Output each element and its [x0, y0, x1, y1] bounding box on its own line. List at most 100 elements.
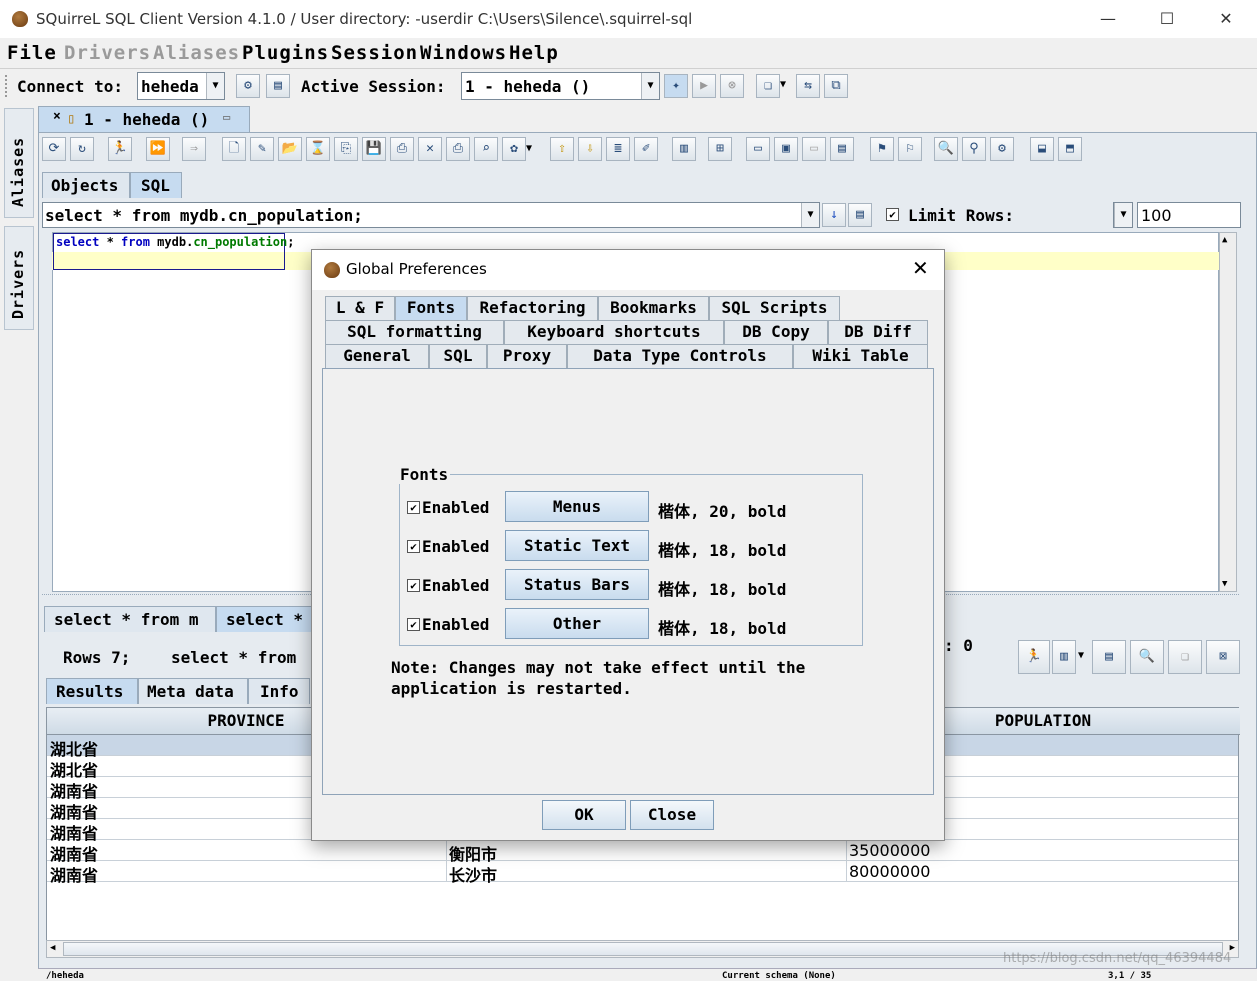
find-replace-icon[interactable]: ⚲	[962, 137, 986, 161]
copy-disabled-icon[interactable]: ▭	[802, 137, 826, 161]
edit-icon[interactable]: ✎	[250, 137, 274, 161]
run-sql-icon[interactable]: 🏃	[108, 137, 132, 161]
tab-results[interactable]: Results	[46, 678, 138, 704]
stop-icon[interactable]: ⊗	[720, 74, 744, 98]
editor-vertical-scrollbar[interactable]: ▲ ▼	[1219, 232, 1237, 592]
tab-data-type-controls[interactable]: Data Type Controls	[567, 344, 793, 368]
minimize-button[interactable]: —	[1093, 6, 1123, 32]
connect-to-combo[interactable]: heheda ▼	[137, 72, 225, 100]
sql-editor-text[interactable]: select * from mydb.cn_population;	[53, 233, 294, 270]
refresh-icon[interactable]: ⟳	[42, 137, 66, 161]
filter-icon[interactable]: ▤	[1092, 640, 1126, 674]
tab-sql-scripts[interactable]: SQL Scripts	[709, 296, 840, 320]
tab-bookmarks[interactable]: Bookmarks	[598, 296, 709, 320]
new-file-icon[interactable]: 🗋	[222, 137, 246, 161]
commit-icon[interactable]: ✦	[664, 74, 688, 98]
close-results-icon[interactable]: ⊠	[1206, 640, 1240, 674]
sql-list-icon[interactable]: ▤	[848, 203, 872, 227]
chevron-down-icon[interactable]: ▼	[641, 73, 659, 99]
copy-results-icon[interactable]: ❏	[1168, 640, 1202, 674]
tab-proxy[interactable]: Proxy	[487, 344, 567, 368]
recent-files-icon[interactable]: ⌛	[306, 137, 330, 161]
columns-icon[interactable]: ▥	[1052, 640, 1076, 674]
close-icon[interactable]: ✕	[912, 256, 929, 280]
scroll-left-icon[interactable]: ◀	[50, 943, 55, 953]
limit-rows-input[interactable]: 100	[1137, 202, 1241, 228]
save-icon[interactable]: 💾	[362, 137, 386, 161]
chevron-down-icon[interactable]: ▼	[801, 203, 819, 227]
tab-sql-formatting[interactable]: SQL formatting	[325, 320, 504, 344]
search-results-icon[interactable]: 🔍	[1130, 640, 1164, 674]
close-icon[interactable]: ×	[53, 109, 61, 124]
tab-fonts[interactable]: Fonts	[395, 296, 467, 320]
chevron-down-icon[interactable]: ▼	[206, 73, 224, 99]
next-sql-icon[interactable]: ⇩	[578, 137, 602, 161]
split-view-icon[interactable]: ▥	[672, 137, 696, 161]
tab-objects[interactable]: Objects	[42, 172, 130, 198]
format-sql-icon[interactable]: ✐	[634, 137, 658, 161]
menu-file[interactable]: File	[7, 42, 57, 64]
scroll-down-icon[interactable]: ▼	[1222, 579, 1227, 589]
limit-rows-checkbox[interactable]: ✔	[886, 208, 899, 221]
drivers-side-tab[interactable]: Drivers	[4, 226, 34, 330]
uncomment-icon[interactable]: ▣	[774, 137, 798, 161]
undock-icon[interactable]: ▭	[223, 110, 230, 124]
rerun-icon[interactable]: 🏃	[1018, 640, 1050, 674]
table-row[interactable]: 湖南省 衡阳市 35000000	[47, 840, 1238, 864]
chevron-down-icon[interactable]: ▼	[780, 79, 786, 90]
close-file-icon[interactable]: ✕	[418, 137, 442, 161]
tab-general[interactable]: General	[325, 344, 429, 368]
static-text-font-button[interactable]: Static Text	[505, 530, 649, 561]
print-icon[interactable]: ⎙	[446, 137, 470, 161]
close-button[interactable]: Close	[630, 800, 714, 830]
tab-wiki-table[interactable]: Wiki Table	[793, 344, 928, 368]
search-icon[interactable]: 🔍	[934, 137, 958, 161]
tab-keyboard-shortcuts[interactable]: Keyboard shortcuts	[504, 320, 724, 344]
rollback-icon[interactable]: ⬒	[1058, 137, 1082, 161]
open-folder-icon[interactable]: 📂	[278, 137, 302, 161]
tab-lf[interactable]: L & F	[325, 296, 395, 320]
comment-icon[interactable]: ▭	[746, 137, 770, 161]
scroll-up-icon[interactable]: ▲	[1222, 235, 1227, 245]
history-icon[interactable]: ≣	[606, 137, 630, 161]
commit-toolbar-icon[interactable]: ⬓	[1030, 137, 1054, 161]
toolbar-grip[interactable]	[5, 75, 9, 97]
sql-history-combo[interactable]: select * from mydb.cn_population; ▼	[42, 202, 820, 228]
tab-db-copy[interactable]: DB Copy	[724, 320, 828, 344]
chevron-down-icon[interactable]: ▼	[1114, 203, 1132, 227]
menu-help[interactable]: Help	[509, 42, 559, 64]
explain-all-icon[interactable]: ⚐	[898, 137, 922, 161]
new-window-icon[interactable]: ❏	[756, 74, 780, 98]
chevron-down-icon[interactable]: ▼	[526, 143, 532, 154]
new-session-icon[interactable]: ⚙	[236, 74, 260, 98]
previous-sql-icon[interactable]: ⇧	[550, 137, 574, 161]
other-font-button[interactable]: Other	[505, 608, 649, 639]
arrow-down-icon[interactable]: ↓	[822, 203, 846, 227]
run-all-icon[interactable]: ⏩	[146, 137, 170, 161]
cascade-icon[interactable]: ⧉	[824, 74, 848, 98]
tab-refactoring[interactable]: Refactoring	[467, 296, 598, 320]
tab-meta-data[interactable]: Meta data	[138, 678, 248, 704]
result-tab-2[interactable]: select *	[216, 606, 316, 632]
settings-icon[interactable]: ⚙	[990, 137, 1014, 161]
status-bars-font-button[interactable]: Status Bars	[505, 569, 649, 600]
static-text-enabled-checkbox[interactable]: ✔	[407, 540, 420, 553]
menus-font-button[interactable]: Menus	[505, 491, 649, 522]
menu-windows[interactable]: Windows	[420, 42, 507, 64]
bookmark-icon[interactable]: ✿	[502, 137, 526, 161]
tab-db-diff[interactable]: DB Diff	[828, 320, 928, 344]
tab-sql-prefs[interactable]: SQL	[429, 344, 487, 368]
save-as-icon[interactable]: ⎙	[390, 137, 414, 161]
limit-rows-combo[interactable]: ▼	[1113, 202, 1133, 228]
explain-icon[interactable]: ⚑	[870, 137, 894, 161]
run-icon[interactable]: ▶	[692, 74, 716, 98]
result-tab-1[interactable]: select * from m	[44, 606, 216, 632]
table-row[interactable]: 湖南省 长沙市 80000000	[47, 861, 1238, 885]
open-table-icon[interactable]: ⊞	[708, 137, 732, 161]
other-enabled-checkbox[interactable]: ✔	[407, 618, 420, 631]
maximize-button[interactable]: ☐	[1152, 6, 1182, 32]
tab-sql[interactable]: SQL	[130, 172, 182, 198]
menu-aliases[interactable]: Aliases	[153, 42, 240, 64]
paste-icon[interactable]: ▤	[830, 137, 854, 161]
close-window-button[interactable]: ✕	[1211, 6, 1241, 32]
